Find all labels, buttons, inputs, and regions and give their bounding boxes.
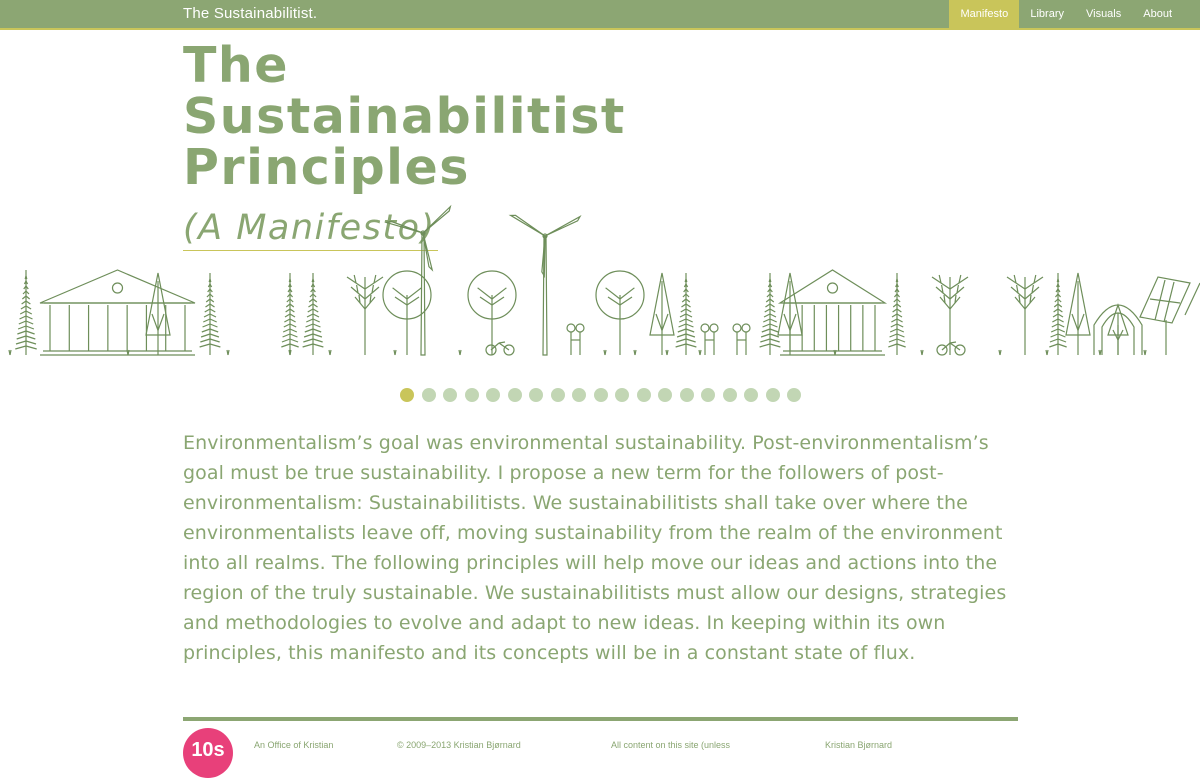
manifesto-intro: Environmentalism’s goal was environmenta… (183, 432, 1007, 664)
main-nav: Manifesto Library Visuals About (949, 0, 1200, 28)
carousel-dot[interactable] (572, 388, 586, 402)
nav-manifesto[interactable]: Manifesto (949, 0, 1020, 28)
top-navigation-bar: The Sustainabilitist. Manifesto Library … (0, 0, 1200, 30)
nav-visuals[interactable]: Visuals (1075, 0, 1132, 28)
carousel-dot[interactable] (658, 388, 672, 402)
footer-logo[interactable]: 10s (183, 728, 233, 778)
site-brand-link[interactable]: The Sustainabilitist. (183, 5, 317, 22)
carousel-dot[interactable] (765, 388, 780, 402)
page-title: The Sustainabilitist Principles (183, 40, 626, 193)
carousel-dot[interactable] (615, 388, 629, 402)
title-line: Sustainabilitist (183, 88, 626, 145)
carousel-dot[interactable] (679, 388, 694, 402)
footer-col-4[interactable]: Kristian Bjørnard (825, 740, 892, 750)
footer-col-3: All content on this site (unless (611, 740, 731, 750)
footer-col-1: An Office of Kristian (254, 740, 334, 750)
carousel-dot[interactable] (593, 388, 608, 402)
carousel-dot[interactable] (507, 388, 522, 402)
title-line: The (183, 37, 290, 94)
carousel-dot[interactable] (722, 388, 737, 402)
carousel-dot[interactable] (486, 388, 500, 402)
carousel-pagination (400, 388, 801, 402)
carousel-dot[interactable] (550, 388, 565, 402)
nav-library[interactable]: Library (1019, 0, 1075, 28)
carousel-dot[interactable] (636, 388, 651, 402)
nav-about[interactable]: About (1132, 0, 1183, 28)
footer-divider (183, 717, 1018, 721)
carousel-dot[interactable] (464, 388, 479, 402)
footer-col-2: © 2009–2013 Kristian Bjørnard (397, 740, 521, 750)
carousel-dot[interactable] (529, 388, 543, 402)
carousel-dot[interactable] (701, 388, 715, 402)
carousel-dot[interactable] (744, 388, 758, 402)
carousel-dot[interactable] (443, 388, 457, 402)
carousel-dot[interactable] (787, 388, 801, 402)
title-line: Principles (183, 139, 470, 196)
landscape-illustration (8, 204, 1200, 356)
carousel-dot[interactable] (400, 388, 414, 402)
carousel-dot[interactable] (421, 388, 436, 402)
